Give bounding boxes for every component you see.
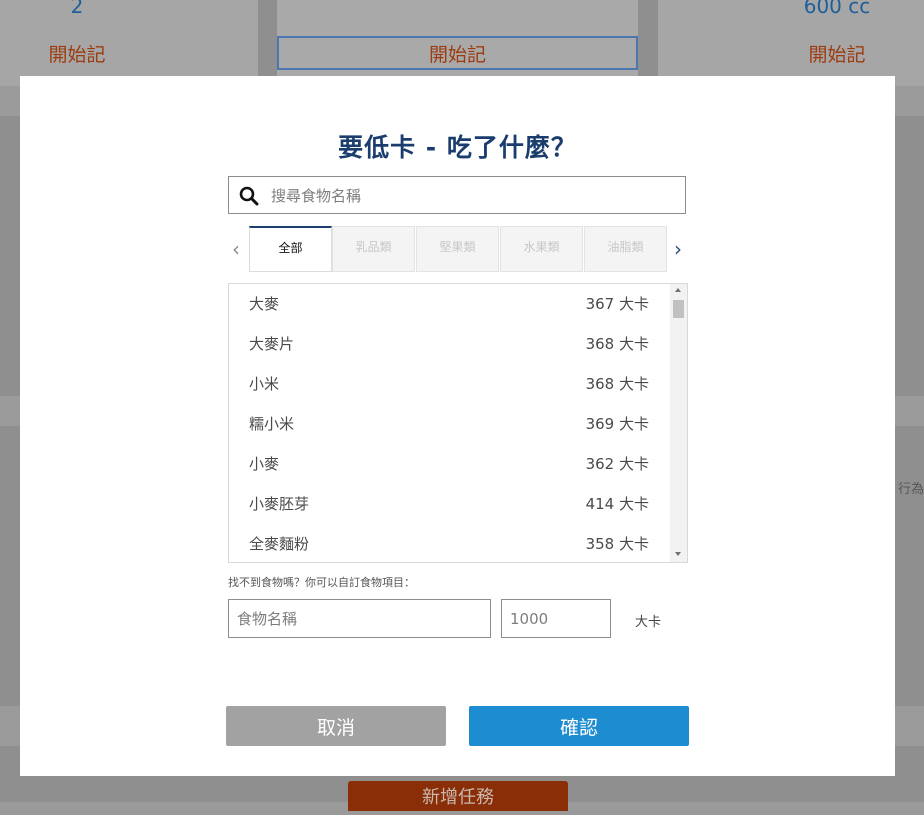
food-calories: 358 大卡 <box>585 535 649 553</box>
food-name: 大麥片 <box>249 335 295 353</box>
food-calories: 362 大卡 <box>585 455 649 473</box>
food-item[interactable]: 大麥 367 大卡 <box>229 284 671 324</box>
tabs-next-chevron-icon[interactable]: › <box>674 238 682 260</box>
food-name: 小麥胚芽 <box>249 495 310 513</box>
bg-edge-text: 行為 <box>898 482 924 497</box>
search-input[interactable] <box>269 181 673 211</box>
food-calories: 414 大卡 <box>585 495 649 513</box>
food-item[interactable]: 大麥片 368 大卡 <box>229 324 671 364</box>
tab-nuts[interactable]: 堅果類 <box>416 226 499 272</box>
food-item[interactable]: 小麥胚芽 414 大卡 <box>229 484 671 524</box>
bg-card-3: 600 cc 開始記 <box>658 0 924 86</box>
confirm-button[interactable]: 確認 <box>469 706 689 746</box>
bg-card-value: 2 <box>70 0 84 18</box>
tabs-prev-chevron-icon[interactable]: ‹ <box>232 238 240 260</box>
food-name: 糯小米 <box>249 415 295 433</box>
tab-oils[interactable]: 油脂類 <box>584 226 667 272</box>
search-box[interactable] <box>228 176 686 214</box>
search-icon <box>239 186 259 206</box>
food-name: 小麥 <box>249 455 280 473</box>
modal-title: 要低卡 - 吃了什麼？ <box>338 133 577 162</box>
bg-card-1: 2 開始記 <box>0 0 258 86</box>
food-list-scrollbar[interactable] <box>670 284 687 562</box>
bg-card-value: 600 cc <box>803 0 871 18</box>
food-calories: 368 大卡 <box>585 335 649 353</box>
custom-food-name-input[interactable] <box>228 599 491 638</box>
food-list[interactable]: 大麥 367 大卡 大麥片 368 大卡 小米 368 大卡 糯小米 369 大… <box>228 283 688 563</box>
scroll-up-arrow-icon[interactable] <box>675 288 681 292</box>
food-picker-modal: 要低卡 - 吃了什麼？ ‹ 全部 乳品類 堅果類 水果類 油脂類 › 大麥 36… <box>20 76 895 776</box>
category-tabs: ‹ 全部 乳品類 堅果類 水果類 油脂類 › <box>228 226 686 274</box>
tab-dairy[interactable]: 乳品類 <box>332 226 415 272</box>
scroll-thumb[interactable] <box>673 300 684 318</box>
bg-card-2: 開始記 <box>277 0 638 86</box>
custom-food-hint: 找不到食物嗎？你可以自訂食物項目： <box>228 576 415 589</box>
food-name: 小米 <box>249 375 280 393</box>
bg-start-button: 開始記 <box>808 44 866 66</box>
food-name: 全麥麵粉 <box>249 535 310 553</box>
food-item[interactable]: 小米 368 大卡 <box>229 364 671 404</box>
food-item[interactable]: 全麥麵粉 358 大卡 <box>229 524 671 562</box>
custom-food-calories-input[interactable] <box>501 599 611 638</box>
tab-fruit[interactable]: 水果類 <box>500 226 583 272</box>
calories-unit-label: 大卡 <box>635 615 662 630</box>
bg-add-task-button: 新增任務 <box>348 781 568 811</box>
food-name: 大麥 <box>249 295 280 313</box>
bg-start-button: 開始記 <box>48 44 106 66</box>
bg-start-button: 開始記 <box>428 44 486 66</box>
tab-all[interactable]: 全部 <box>249 226 332 272</box>
food-calories: 369 大卡 <box>585 415 649 433</box>
food-calories: 367 大卡 <box>585 295 649 313</box>
scroll-down-arrow-icon[interactable] <box>675 552 681 556</box>
cancel-button[interactable]: 取消 <box>226 706 446 746</box>
food-calories: 368 大卡 <box>585 375 649 393</box>
food-item[interactable]: 小麥 362 大卡 <box>229 444 671 484</box>
food-item[interactable]: 糯小米 369 大卡 <box>229 404 671 444</box>
